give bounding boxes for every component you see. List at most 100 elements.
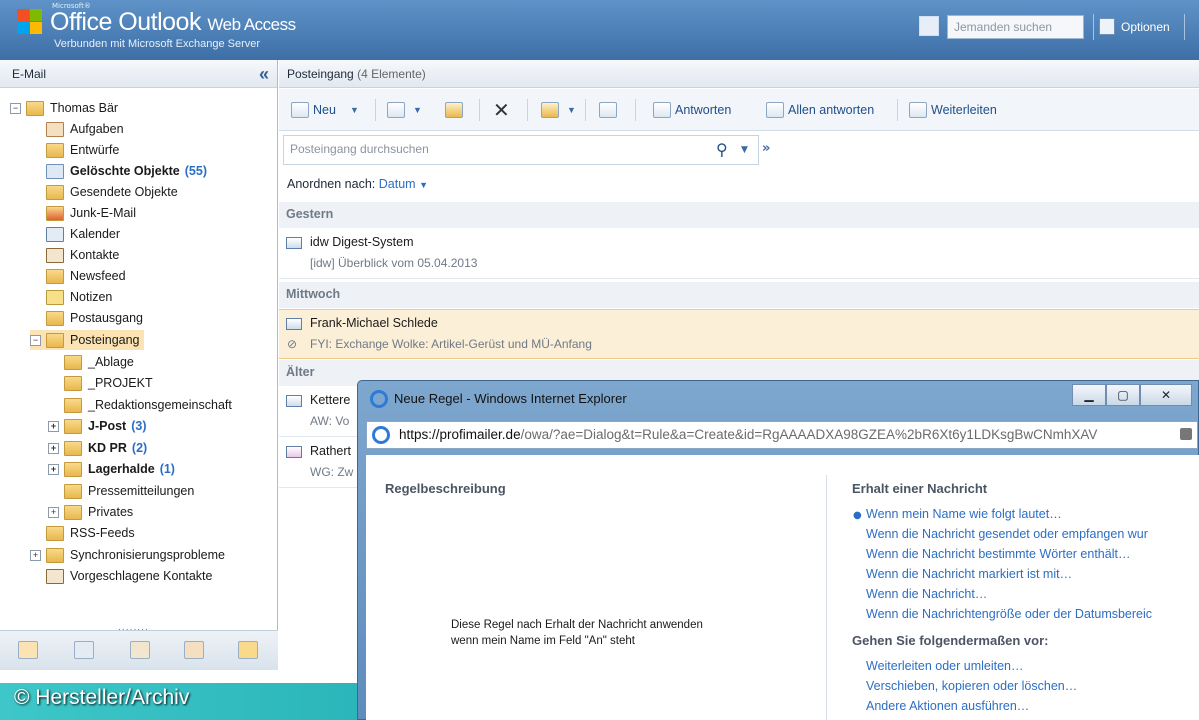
inbox-search-input[interactable]: Posteingang durchsuchen xyxy=(283,135,759,165)
expand-icon[interactable]: + xyxy=(48,506,59,518)
address-book-icon[interactable] xyxy=(919,16,939,36)
mailbox-icon xyxy=(26,100,44,116)
collapse-pane-icon[interactable]: « xyxy=(259,64,269,85)
minimize-button[interactable]: ▁ xyxy=(1072,384,1106,406)
folder-junk[interactable]: Junk-E-Mail xyxy=(46,203,136,223)
sort-select[interactable]: Datum xyxy=(379,177,416,191)
chevron-down-icon[interactable]: ▼ xyxy=(413,105,422,115)
mail-module-icon[interactable] xyxy=(18,641,38,659)
folder-pressemitteilungen[interactable]: Pressemitteilungen xyxy=(64,481,194,501)
forward-button[interactable]: Weiterleiten xyxy=(909,98,997,122)
app-name-text: Office Outlook xyxy=(50,8,201,36)
chevron-down-icon[interactable]: ▼ xyxy=(350,105,359,115)
close-button[interactable]: ✕ xyxy=(1140,384,1192,406)
toolbar: Neu ▼ ▼ ✕ ▼ Antworten Allen antworten Wei… xyxy=(279,89,1199,131)
message-row-selected[interactable]: Frank-Michael Schlede ⊘ FYI: Exchange Wo… xyxy=(279,309,1199,359)
collapse-icon[interactable]: − xyxy=(30,334,41,346)
condition-link[interactable]: Wenn die Nachricht markiert ist mit… xyxy=(866,567,1072,581)
folder-kd-pr[interactable]: + KD PR (2) xyxy=(48,438,147,458)
group-header[interactable]: Mittwoch xyxy=(279,282,1199,308)
chevron-down-icon[interactable]: ▼ xyxy=(741,145,748,155)
find-someone-input[interactable]: Jemanden suchen xyxy=(947,15,1084,39)
folder-kalender[interactable]: Kalender xyxy=(46,224,120,244)
folder-kontakte[interactable]: Kontakte xyxy=(46,245,119,265)
check-messages-button[interactable]: ▼ xyxy=(541,98,576,122)
new-label: Neu xyxy=(313,103,336,117)
folder-label: Kontakte xyxy=(70,248,120,262)
contacts-module-icon[interactable] xyxy=(130,641,150,659)
new-button[interactable]: Neu ▼ xyxy=(291,98,359,122)
group-header[interactable]: Gestern xyxy=(279,202,1199,228)
public-folders-module-icon[interactable] xyxy=(238,641,258,659)
folder-notizen[interactable]: Notizen xyxy=(46,287,112,307)
expand-search-icon[interactable]: » xyxy=(762,141,770,156)
options-icon[interactable] xyxy=(1099,18,1115,35)
rule-description: Diese Regel nach Erhalt der Nachricht an… xyxy=(451,617,703,649)
new-rule-window: Neue Regel - Windows Internet Explorer ▁… xyxy=(357,380,1199,720)
folder-posteingang[interactable]: − Posteingang xyxy=(30,330,144,350)
condition-link[interactable]: Wenn die Nachricht bestimmte Wörter enth… xyxy=(866,547,1130,561)
message-subject: FYI: Exchange Wolke: Artikel-Gerüst und … xyxy=(310,337,592,351)
envelope-icon xyxy=(286,395,302,407)
folder-vorgeschlagene-kontakte[interactable]: Vorgeschlagene Kontakte xyxy=(46,566,212,586)
reply-all-button[interactable]: Allen antworten xyxy=(766,98,874,122)
folder-synchronisierungsprobleme[interactable]: + Synchronisierungsprobleme xyxy=(30,545,225,565)
message-row[interactable]: idw Digest-System [idw] Überblick vom 05… xyxy=(279,229,1199,279)
message-sender: Kettere xyxy=(310,393,351,407)
move-button[interactable] xyxy=(445,98,467,122)
connection-status: Verbunden mit Microsoft Exchange Server xyxy=(54,38,261,50)
expand-icon[interactable]: + xyxy=(48,442,59,454)
chevron-down-icon[interactable]: ▼ xyxy=(419,180,428,190)
calendar-icon xyxy=(46,226,64,242)
action-link[interactable]: Andere Aktionen ausführen… xyxy=(866,699,1029,713)
resize-grip[interactable]: ........ xyxy=(118,623,149,633)
options-link[interactable]: Optionen xyxy=(1121,20,1170,34)
expand-icon[interactable]: + xyxy=(30,549,41,561)
search-icon[interactable]: ⚲ xyxy=(716,140,728,159)
folder-newsfeed[interactable]: Newsfeed xyxy=(46,266,126,286)
calendar-module-icon[interactable] xyxy=(74,641,94,659)
folder-privates[interactable]: + Privates xyxy=(48,502,133,522)
delete-button[interactable]: ✕ xyxy=(493,98,510,122)
folder-icon xyxy=(64,418,82,434)
maximize-button[interactable]: ▢ xyxy=(1106,384,1140,406)
expand-icon[interactable]: + xyxy=(48,420,59,432)
sort-bar: Anordnen nach: Datum ▼ xyxy=(287,177,428,191)
folder-lagerhalde[interactable]: + Lagerhalde (1) xyxy=(48,459,175,479)
condition-link[interactable]: Wenn mein Name wie folgt lautet… xyxy=(866,507,1062,521)
envelope-icon xyxy=(286,237,302,249)
chevron-down-icon[interactable]: ▼ xyxy=(567,105,576,115)
tasks-module-icon[interactable] xyxy=(184,641,204,659)
lock-icon[interactable] xyxy=(1180,428,1192,440)
folder-label: Junk-E-Mail xyxy=(70,206,136,220)
view-button[interactable]: ▼ xyxy=(387,98,422,122)
action-link[interactable]: Verschieben, kopieren oder löschen… xyxy=(866,679,1077,693)
condition-link[interactable]: Wenn die Nachricht gesendet oder empfang… xyxy=(866,527,1148,541)
expand-icon[interactable]: + xyxy=(48,463,59,475)
app-name: Office Outlook Web Access xyxy=(50,8,296,37)
dialog-body: Regelbeschreibung Diese Regel nach Erhal… xyxy=(366,455,1199,720)
folder-geloeschte-objekte[interactable]: Gelöschte Objekte (55) xyxy=(46,161,207,181)
collapse-icon[interactable]: − xyxy=(10,102,21,114)
condition-link[interactable]: Wenn die Nachrichtengröße oder der Datum… xyxy=(866,607,1152,621)
folder-icon xyxy=(64,375,82,391)
folder-aufgaben[interactable]: Aufgaben xyxy=(46,119,124,139)
folder-ablage[interactable]: _Ablage xyxy=(64,352,134,372)
folder-entwuerfe[interactable]: Entwürfe xyxy=(46,140,119,160)
ie-page-icon xyxy=(372,426,390,444)
folder-label: Entwürfe xyxy=(70,143,120,157)
rule-text-line[interactable]: wenn mein Name im Feld "An" steht xyxy=(451,633,703,649)
address-bar[interactable]: https://profimailer.de/owa/?ae=Dialog&t=… xyxy=(366,421,1198,449)
action-link[interactable]: Weiterleiten oder umleiten… xyxy=(866,659,1023,673)
print-button[interactable] xyxy=(599,98,621,122)
reply-button[interactable]: Antworten xyxy=(653,98,731,122)
send-receive-icon xyxy=(541,102,559,118)
folder-redaktionsgemeinschaft[interactable]: _Redaktionsgemeinschaft xyxy=(64,395,232,415)
folder-j-post[interactable]: + J-Post (3) xyxy=(48,416,146,436)
folder-rss-feeds[interactable]: RSS-Feeds xyxy=(46,523,135,543)
folder-gesendete-objekte[interactable]: Gesendete Objekte xyxy=(46,182,178,202)
folder-projekt[interactable]: _PROJEKT xyxy=(64,373,153,393)
folder-postausgang[interactable]: Postausgang xyxy=(46,308,143,328)
tree-root-mailbox[interactable]: − Thomas Bär xyxy=(10,98,118,118)
condition-link[interactable]: Wenn die Nachricht… xyxy=(866,587,987,601)
